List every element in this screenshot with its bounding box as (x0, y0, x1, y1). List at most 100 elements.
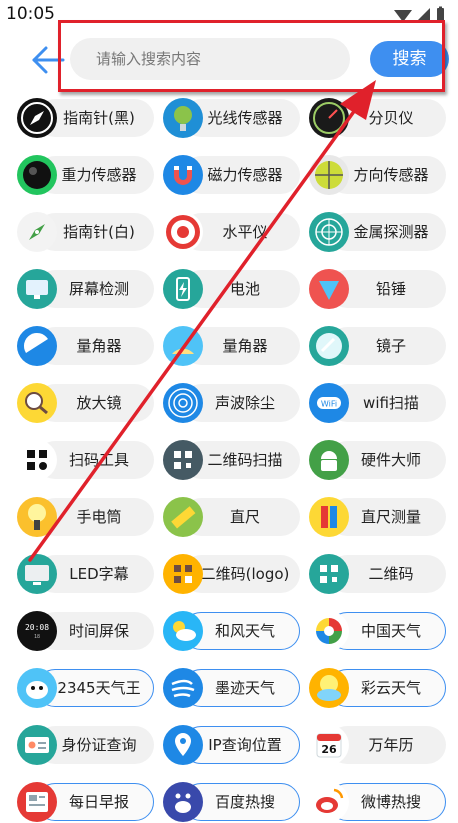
sound-wave-icon (163, 383, 203, 423)
radar-icon (309, 212, 349, 252)
tool-item[interactable]: 电池 (162, 268, 302, 310)
tool-item[interactable]: 放大镜 (16, 383, 156, 423)
tool-item[interactable]: 扫码工具 (16, 439, 156, 481)
tool-label: 镜子 (375, 337, 406, 355)
tool-item[interactable]: IP查询位置 (162, 724, 302, 766)
tool-item[interactable]: 硬件大师 (308, 439, 448, 481)
qr-code-icon (308, 553, 350, 595)
bird-mascot-icon (16, 667, 58, 709)
decibel-meter-icon (309, 98, 349, 138)
tool-label: 二维码(logo) (200, 565, 290, 583)
tool-label: 中国天气 (360, 622, 421, 640)
tool-item[interactable]: 铅锤 (308, 269, 448, 309)
compass-black-icon (17, 98, 57, 138)
protractor-icon (17, 326, 57, 366)
tool-item[interactable]: LED字幕 (16, 554, 156, 594)
scan-icon (16, 439, 58, 481)
ruler-measure-icon (309, 497, 349, 537)
location-pin-icon (163, 725, 203, 765)
tool-label: wifi扫描 (363, 394, 419, 412)
compass-white-icon (17, 212, 57, 252)
tool-item[interactable]: 微博热搜 (308, 782, 448, 822)
wifi-icon: WiFi (309, 383, 349, 423)
radar-icon (308, 211, 350, 253)
tool-item[interactable]: 和风天气 (162, 610, 302, 652)
tool-label: 重力传感器 (61, 166, 137, 184)
tool-item[interactable]: 声波除尘 (162, 383, 302, 423)
decibel-meter-icon (308, 97, 350, 139)
tool-label: 和风天气 (214, 622, 275, 640)
newspaper-icon (17, 782, 57, 822)
tool-item[interactable]: 方向传感器 (308, 155, 448, 195)
tool-item[interactable]: 彩云天气 (308, 668, 448, 708)
tool-item[interactable]: 直尺 (162, 496, 302, 538)
ruler-icon (163, 497, 203, 537)
id-card-icon (16, 724, 58, 766)
tool-item[interactable]: 指南针(白) (16, 211, 156, 253)
tool-label: 指南针(白) (63, 223, 135, 241)
tool-item[interactable]: 量角器 (16, 326, 156, 366)
tool-label: 彩云天气 (360, 679, 421, 697)
tool-item[interactable]: 时间屏保 20:08 18 (16, 610, 156, 652)
sunny-cloud-icon (309, 668, 349, 708)
compass-white-icon (16, 211, 58, 253)
tool-item[interactable]: 重力传感器 (16, 154, 156, 196)
calendar-icon: 26 (309, 725, 349, 765)
tool-item[interactable]: 每日早报 (16, 781, 156, 823)
battery-icon (162, 268, 204, 310)
tool-label: 声波除尘 (214, 394, 275, 412)
tool-item[interactable]: 光线传感器 (162, 98, 302, 138)
tool-item[interactable]: 指南针(黑) (16, 97, 156, 139)
target-level-icon (163, 212, 203, 252)
newspaper-icon (16, 781, 58, 823)
digital-clock-icon: 20:08 18 (16, 610, 58, 652)
weather-sun-cloud-icon (162, 610, 204, 652)
tool-item[interactable]: 百度热搜 (162, 782, 302, 822)
tool-item[interactable]: 2345天气王 (16, 667, 156, 709)
protractor-ruler-icon (163, 326, 203, 366)
tool-item[interactable]: 二维码(logo) (162, 554, 302, 594)
tool-item[interactable]: 直尺测量 (308, 497, 448, 537)
tool-label: 万年历 (368, 736, 414, 754)
battery-icon (163, 269, 203, 309)
gravity-sensor-icon (16, 154, 58, 196)
weather-sun-cloud-icon (163, 611, 203, 651)
tool-item[interactable]: 镜子 (308, 325, 448, 367)
tool-item[interactable]: 量角器 (162, 326, 302, 366)
tool-item[interactable]: 磁力传感器 (162, 154, 302, 196)
tool-label: LED字幕 (69, 565, 129, 583)
tool-item[interactable]: wifi扫描 WiFi (308, 383, 448, 423)
tool-item[interactable]: 万年历 26 (308, 724, 448, 766)
qr-code-icon (309, 554, 349, 594)
calendar-icon: 26 (308, 724, 350, 766)
tool-item[interactable]: 身份证查询 (16, 724, 156, 766)
mirror-icon (308, 325, 350, 367)
ruler-icon (162, 496, 204, 538)
tool-item[interactable]: 中国天气 (308, 611, 448, 651)
level-bubble-icon (309, 155, 349, 195)
tool-item[interactable]: 二维码扫描 (162, 440, 302, 480)
magnet-icon (162, 154, 204, 196)
svg-text:WiFi: WiFi (321, 400, 337, 409)
tool-label: 二维码扫描 (207, 451, 283, 469)
android-icon (308, 439, 350, 481)
tool-item[interactable]: 手电筒 (16, 496, 156, 538)
location-pin-icon (162, 724, 204, 766)
monitor-icon (16, 268, 58, 310)
tool-item[interactable]: 水平仪 (162, 212, 302, 252)
flashlight-icon (16, 496, 58, 538)
compass-black-icon (16, 97, 58, 139)
tool-label: 身份证查询 (61, 736, 137, 754)
rainbow-swirl-icon (309, 611, 349, 651)
tool-item[interactable]: 分贝仪 (308, 97, 448, 139)
tool-label: 硬件大师 (360, 451, 421, 469)
light-sensor-icon (163, 98, 203, 138)
tool-item[interactable]: 金属探测器 (308, 211, 448, 253)
monitor-icon (17, 269, 57, 309)
tool-label: 铅锤 (375, 280, 406, 298)
tool-item[interactable]: 二维码 (308, 553, 448, 595)
tool-item[interactable]: 屏幕检测 (16, 268, 156, 310)
tool-label: 直尺 (229, 508, 260, 526)
baidu-icon (163, 782, 203, 822)
tool-item[interactable]: 墨迹天气 (162, 668, 302, 708)
